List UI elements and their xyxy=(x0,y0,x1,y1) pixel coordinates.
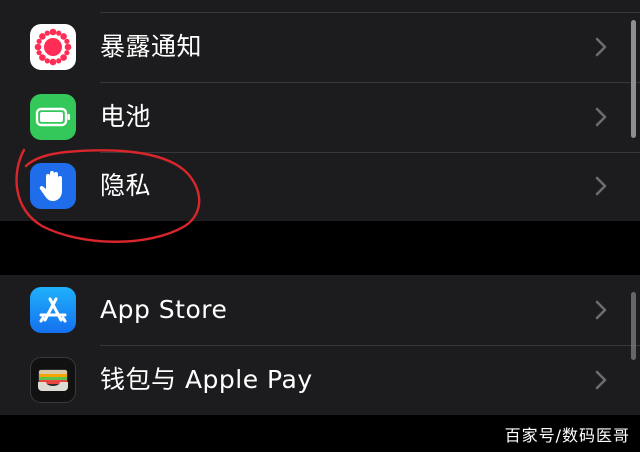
scrollbar-thumb-lower xyxy=(631,292,636,360)
chevron-right-icon xyxy=(595,176,607,196)
settings-row-wallet[interactable]: 钱包与 Apple Pay xyxy=(0,345,640,415)
battery-icon xyxy=(30,94,76,140)
settings-group-1: 暴露通知 电池 隐私 xyxy=(0,0,640,221)
settings-row-privacy[interactable]: 隐私 xyxy=(0,151,640,221)
privacy-hand-icon xyxy=(30,163,76,209)
wallet-icon xyxy=(30,357,76,403)
settings-group-2: App Store 钱包与 Apple Pay xyxy=(0,275,640,415)
chevron-right-icon xyxy=(595,107,607,127)
settings-row-label: 暴露通知 xyxy=(100,32,203,61)
exposure-notification-icon xyxy=(30,24,76,70)
scrollbar-thumb[interactable] xyxy=(631,20,636,138)
watermark-text: 百家号/数码医哥 xyxy=(504,426,630,445)
app-store-icon xyxy=(30,287,76,333)
settings-row-label: 隐私 xyxy=(100,171,152,200)
settings-row-app-store[interactable]: App Store xyxy=(0,275,640,345)
settings-row-label: 电池 xyxy=(100,102,152,131)
settings-row-label: App Store xyxy=(100,295,228,324)
settings-row-battery[interactable]: 电池 xyxy=(0,82,640,152)
settings-row-exposure-notifications[interactable]: 暴露通知 xyxy=(0,12,640,82)
chevron-right-icon xyxy=(595,300,607,320)
chevron-right-icon xyxy=(595,370,607,390)
chevron-right-icon xyxy=(595,37,607,57)
settings-row-label: 钱包与 Apple Pay xyxy=(100,365,313,394)
